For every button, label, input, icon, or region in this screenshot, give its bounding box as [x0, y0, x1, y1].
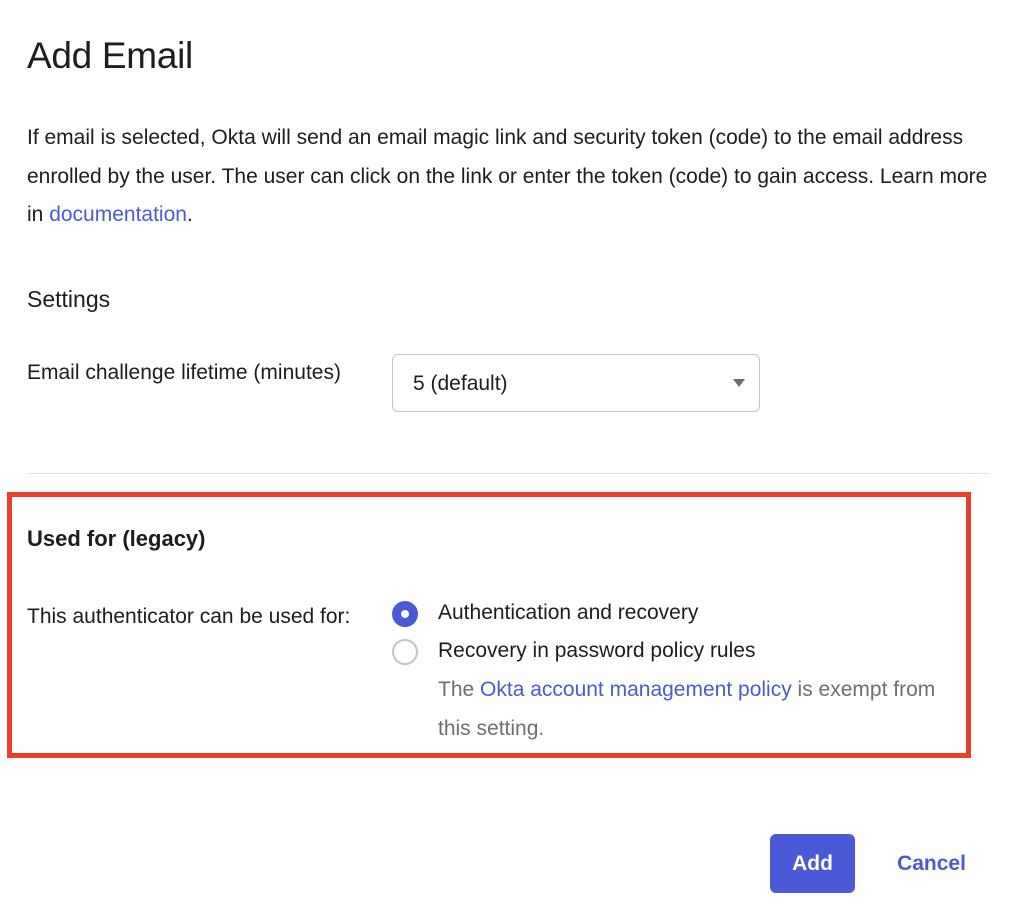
add-button[interactable]: Add [770, 834, 855, 893]
lifetime-select-value: 5 (default) [413, 372, 508, 395]
radio-label-authentication-and-recovery[interactable]: Authentication and recovery [438, 599, 698, 627]
account-management-policy-link[interactable]: Okta account management policy [480, 678, 792, 701]
radio-recovery-in-password-policy[interactable] [392, 639, 418, 665]
lifetime-label: Email challenge lifetime (minutes) [27, 361, 341, 384]
hint-text-start: The [438, 678, 481, 701]
settings-heading: Settings [27, 286, 111, 312]
page-title: Add Email [27, 35, 193, 76]
cancel-button[interactable]: Cancel [880, 834, 983, 893]
radio-label-recovery-in-password-policy[interactable]: Recovery in password policy rules [438, 637, 755, 665]
intro-text: If email is selected, Okta will send an … [27, 119, 992, 235]
exemption-hint: The Okta account management policy is ex… [438, 671, 968, 748]
lifetime-select[interactable]: 5 (default) [392, 354, 760, 412]
caret-down-icon [733, 379, 745, 387]
radio-authentication-and-recovery[interactable] [392, 601, 418, 627]
documentation-link[interactable]: documentation [49, 203, 187, 226]
intro-text-end: . [186, 203, 193, 226]
section-divider [27, 473, 989, 474]
used-for-label: This authenticator can be used for: [27, 605, 351, 628]
legacy-heading: Used for (legacy) [27, 526, 206, 551]
